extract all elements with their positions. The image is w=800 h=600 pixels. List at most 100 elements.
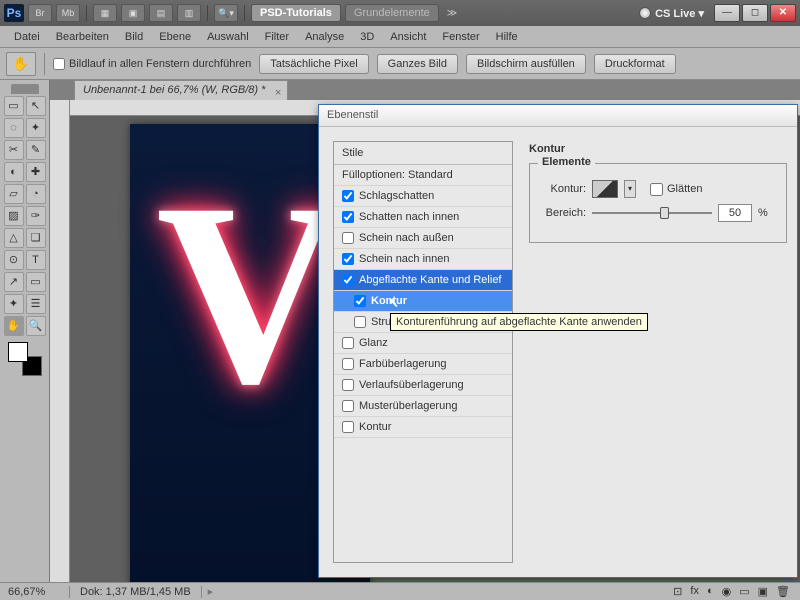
document-tab[interactable]: Unbenannt-1 bei 66,7% (W, RGB/8) *× bbox=[74, 80, 288, 100]
tray-icon[interactable]: ◉ bbox=[722, 585, 732, 598]
document-size[interactable]: Dok: 1,37 MB/1,45 MB bbox=[70, 586, 202, 598]
workspace-tab-active[interactable]: PSD-Tutorials bbox=[251, 4, 341, 22]
menu-bearbeiten[interactable]: Bearbeiten bbox=[48, 28, 117, 46]
print-size-button[interactable]: Druckformat bbox=[594, 54, 676, 74]
zoom-dropdown[interactable]: 🔍▾ bbox=[214, 4, 238, 22]
scroll-all-windows-checkbox[interactable]: Bildlauf in allen Fenstern durchführen bbox=[53, 58, 251, 70]
tool-gradient[interactable]: ✑ bbox=[26, 206, 46, 226]
tool-history[interactable]: ◔ bbox=[26, 184, 46, 204]
percent-label: % bbox=[758, 207, 768, 219]
tool-hand[interactable]: ✋ bbox=[4, 316, 24, 336]
tool-shape[interactable]: ▭ bbox=[26, 272, 46, 292]
tool-type[interactable]: T bbox=[26, 250, 46, 270]
tray-icon[interactable]: ◐ bbox=[707, 585, 714, 598]
arrange-icon[interactable]: ▦ bbox=[93, 4, 117, 22]
tool-pen[interactable]: ⊙ bbox=[4, 250, 24, 270]
extras-icon[interactable]: ▤ bbox=[149, 4, 173, 22]
close-button[interactable]: ✕ bbox=[770, 4, 796, 22]
tray-icon[interactable]: fx bbox=[690, 585, 699, 598]
fit-screen-button[interactable]: Ganzes Bild bbox=[377, 54, 458, 74]
tool-eyedropper[interactable]: ✎ bbox=[26, 140, 46, 160]
tools-panel: ▭ ↖ ◌ ✦ ✂ ✎ ◐ ✚ ▱ ◔ ▨ ✑ △ ❏ ⊙ T ↗ ▭ ✦ ☰ … bbox=[0, 80, 50, 582]
styles-header[interactable]: Stile bbox=[334, 142, 512, 165]
menu-ansicht[interactable]: Ansicht bbox=[382, 28, 434, 46]
menu-3d[interactable]: 3D bbox=[352, 28, 382, 46]
foreground-color-swatch[interactable] bbox=[8, 342, 28, 362]
style-color-overlay[interactable]: Farbüberlagerung bbox=[334, 354, 512, 375]
style-pattern-overlay[interactable]: Musterüberlagerung bbox=[334, 396, 512, 417]
vertical-ruler bbox=[50, 100, 70, 582]
styles-list: Stile Fülloptionen: Standard Schlagschat… bbox=[333, 141, 513, 563]
tool-lasso[interactable]: ◌ bbox=[4, 118, 24, 138]
range-input[interactable]: 50 bbox=[718, 204, 752, 222]
workspace-tab-dim[interactable]: Grundelemente bbox=[345, 4, 439, 22]
style-bevel-emboss[interactable]: Abgeflachte Kante und Relief bbox=[334, 270, 512, 291]
tool-dodge[interactable]: ❏ bbox=[26, 228, 46, 248]
minibridge-button[interactable]: Mb bbox=[56, 4, 80, 22]
dialog-title[interactable]: Ebenenstil bbox=[319, 105, 797, 127]
tray-icon[interactable]: 🗑 bbox=[776, 585, 790, 598]
workspace-more-icon[interactable]: ≫ bbox=[443, 8, 461, 19]
menu-analyse[interactable]: Analyse bbox=[297, 28, 352, 46]
menu-fenster[interactable]: Fenster bbox=[434, 28, 487, 46]
tool-3d2[interactable]: ☰ bbox=[26, 294, 46, 314]
menu-datei[interactable]: Datei bbox=[6, 28, 48, 46]
tool-wand[interactable]: ✦ bbox=[26, 118, 46, 138]
tool-eraser[interactable]: ▨ bbox=[4, 206, 24, 226]
panel-dock-icons: ⊡ fx ◐ ◉ ▭ ▣ 🗑 bbox=[673, 585, 800, 598]
tooltip: Konturenführung auf abgeflachte Kante an… bbox=[390, 313, 648, 331]
contour-dropdown-icon[interactable]: ▾ bbox=[624, 180, 636, 198]
menu-bar: Datei Bearbeiten Bild Ebene Auswahl Filt… bbox=[0, 26, 800, 48]
zoom-level[interactable]: 66,67% bbox=[0, 586, 70, 598]
guides-icon[interactable]: ▥ bbox=[177, 4, 201, 22]
dialog-settings-panel: Kontur Elemente Kontur: ▾ Glätten Bereic… bbox=[519, 127, 797, 577]
style-gradient-overlay[interactable]: Verlaufsüberlagerung bbox=[334, 375, 512, 396]
style-stroke[interactable]: Kontur bbox=[334, 417, 512, 438]
bridge-button[interactable]: Br bbox=[28, 4, 52, 22]
screen-mode-icon[interactable]: ▣ bbox=[121, 4, 145, 22]
tool-marquee[interactable]: ▭ bbox=[4, 96, 24, 116]
fill-options-row[interactable]: Fülloptionen: Standard bbox=[334, 165, 512, 186]
style-drop-shadow[interactable]: Schlagschatten bbox=[334, 186, 512, 207]
tool-brush[interactable]: ✚ bbox=[26, 162, 46, 182]
contour-label: Kontur: bbox=[540, 183, 586, 195]
menu-filter[interactable]: Filter bbox=[257, 28, 297, 46]
menu-hilfe[interactable]: Hilfe bbox=[488, 28, 526, 46]
antialias-checkbox[interactable]: Glätten bbox=[650, 183, 702, 196]
status-arrow-icon[interactable]: ▸ bbox=[202, 585, 214, 598]
tool-stamp[interactable]: ▱ bbox=[4, 184, 24, 204]
tray-icon[interactable]: ▣ bbox=[758, 585, 768, 598]
tool-path[interactable]: ↗ bbox=[4, 272, 24, 292]
range-slider[interactable] bbox=[592, 206, 712, 220]
color-swatches[interactable] bbox=[8, 342, 42, 376]
tray-icon[interactable]: ⊡ bbox=[673, 585, 682, 598]
menu-ebene[interactable]: Ebene bbox=[151, 28, 199, 46]
cslive-label[interactable]: CS Live ▾ bbox=[655, 7, 704, 20]
style-inner-glow[interactable]: Schein nach innen bbox=[334, 249, 512, 270]
tool-move[interactable]: ↖ bbox=[26, 96, 46, 116]
fill-screen-button[interactable]: Bildschirm ausfüllen bbox=[466, 54, 586, 74]
hand-tool-icon[interactable]: ✋ bbox=[6, 52, 36, 76]
menu-auswahl[interactable]: Auswahl bbox=[199, 28, 257, 46]
tool-heal[interactable]: ◐ bbox=[4, 162, 24, 182]
tool-zoom[interactable]: 🔍 bbox=[26, 316, 46, 336]
style-inner-shadow[interactable]: Schatten nach innen bbox=[334, 207, 512, 228]
range-label: Bereich: bbox=[540, 207, 586, 219]
tool-crop[interactable]: ✂ bbox=[4, 140, 24, 160]
maximize-button[interactable]: ◻ bbox=[742, 4, 768, 22]
style-contour[interactable]: Kontur ↖ Konturenführung auf abgeflachte… bbox=[334, 291, 512, 312]
minimize-button[interactable]: — bbox=[714, 4, 740, 22]
fieldset-legend: Elemente bbox=[538, 156, 595, 168]
tray-icon[interactable]: ▭ bbox=[739, 585, 749, 598]
cslive-icon[interactable] bbox=[639, 7, 651, 19]
tool-blur[interactable]: △ bbox=[4, 228, 24, 248]
tool-3d[interactable]: ✦ bbox=[4, 294, 24, 314]
contour-picker[interactable] bbox=[592, 180, 618, 198]
style-satin[interactable]: Glanz bbox=[334, 333, 512, 354]
actual-pixels-button[interactable]: Tatsächliche Pixel bbox=[259, 54, 368, 74]
status-bar: 66,67% Dok: 1,37 MB/1,45 MB ▸ ⊡ fx ◐ ◉ ▭… bbox=[0, 582, 800, 600]
menu-bild[interactable]: Bild bbox=[117, 28, 151, 46]
elements-fieldset: Elemente Kontur: ▾ Glätten Bereich: 50 % bbox=[529, 163, 787, 243]
style-outer-glow[interactable]: Schein nach außen bbox=[334, 228, 512, 249]
tools-collapse-tab[interactable] bbox=[11, 84, 39, 94]
